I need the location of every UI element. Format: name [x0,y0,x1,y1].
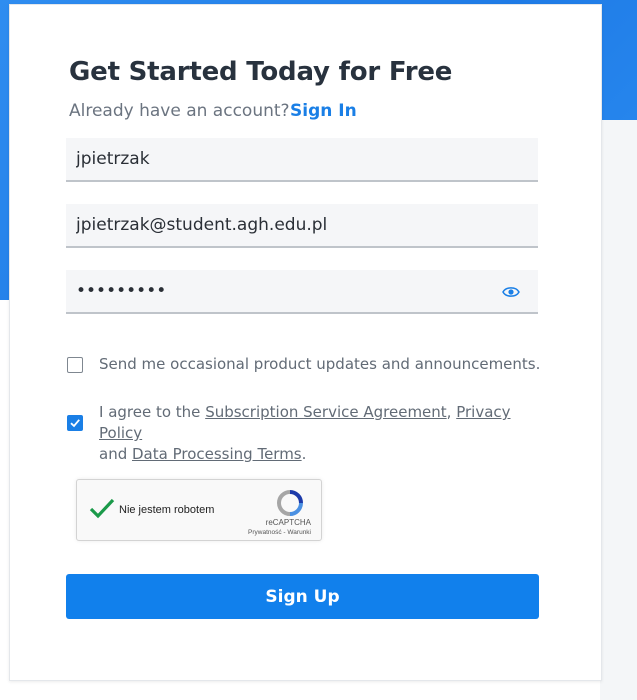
sign-up-button[interactable]: Sign Up [66,574,539,619]
recaptcha-widget: Nie jestem robotem reCAPTCHA Prywatność … [76,479,322,541]
checkmark-icon [70,419,80,428]
sign-in-link[interactable]: Sign In [290,101,357,121]
page-title: Get Started Today for Free [69,57,453,87]
terms-checkbox[interactable] [67,415,83,431]
updates-checkbox[interactable] [67,357,83,373]
recaptcha-label: Nie jestem robotem [119,504,215,516]
password-field[interactable] [66,270,538,312]
email-field-wrapper [66,204,538,248]
signup-card: Get Started Today for Free Already have … [9,4,602,681]
terms-period: . [301,445,307,463]
terms-text-and: and [99,445,132,463]
username-field[interactable] [66,138,538,180]
data-processing-terms-link[interactable]: Data Processing Terms [132,445,302,463]
terms-comma: , [446,403,457,421]
password-field-wrapper [66,270,538,314]
subscription-agreement-link[interactable]: Subscription Service Agreement [205,403,446,421]
updates-checkbox-label: Send me occasional product updates and a… [99,355,541,373]
recaptcha-logo-icon [275,488,305,522]
recaptcha-brand: reCAPTCHA [265,518,311,527]
email-field[interactable] [66,204,538,246]
recaptcha-privacy-links[interactable]: Prywatność - Warunki [248,529,311,536]
account-prompt: Already have an account? [69,101,290,121]
username-field-wrapper [66,138,538,182]
eye-icon[interactable] [502,284,520,298]
recaptcha-checkmark-icon[interactable] [89,498,115,524]
terms-text-prefix: I agree to the [99,403,206,421]
background-grey-panel [600,120,637,700]
terms-checkbox-label: I agree to the Subscription Service Agre… [99,402,539,465]
